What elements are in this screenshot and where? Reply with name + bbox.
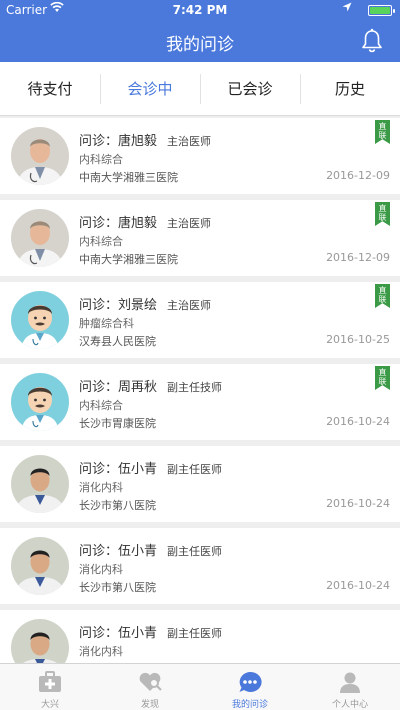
tabbar-item-discover[interactable]: 发现	[100, 664, 200, 710]
department: 肿瘤综合科	[79, 317, 134, 330]
consultation-list: 问诊：唐旭毅 主治医师 内科综合 中南大学湘雅三医院 2016-12-09 直联 问诊：唐旭…	[0, 118, 400, 663]
tabbar-label: 我的问诊	[231, 700, 268, 710]
consultation-card[interactable]: 问诊：刘景绘 主治医师肿瘤综合科汉寿县人民医院 2016-10-25 直联	[0, 282, 400, 358]
tabbar-label: 大兴	[40, 700, 59, 710]
doctor-name: 问诊：周再秋	[79, 380, 158, 395]
hospital: 中南大学湘雅三医院	[79, 253, 178, 266]
direct-link-badge: 直联	[375, 366, 390, 390]
direct-link-badge: 直联	[375, 202, 390, 226]
doctor-name: 问诊：伍小青	[79, 544, 158, 559]
hospital: 长沙市胃康医院	[79, 417, 156, 430]
doctor-name: 问诊：唐旭毅	[79, 134, 158, 149]
doctor-rank: 副主任技师	[167, 381, 223, 394]
doctor-avatar	[11, 209, 69, 267]
doctor-line: 问诊：唐旭毅 主治医师	[79, 130, 211, 149]
consult-date: 2016-10-25	[326, 333, 390, 346]
medkit-icon	[37, 670, 63, 694]
doctor-avatar	[11, 291, 69, 349]
doctor-line: 问诊：伍小青 副主任医师	[79, 622, 222, 641]
tabbar-label: 发现	[140, 700, 159, 710]
bottom-tab-bar: 大兴 发现 我的问诊 个人中心	[0, 663, 400, 710]
consult-date: 2016-12-09	[326, 169, 390, 182]
hospital: 汉寿县人民医院	[79, 335, 156, 348]
tab-pending-payment[interactable]: 待支付	[0, 62, 100, 115]
consult-date: 2016-12-09	[326, 251, 390, 264]
consultation-card[interactable]: 问诊：伍小青 副主任医师消化内科	[0, 610, 400, 663]
battery-icon	[368, 5, 395, 16]
doctor-name: 问诊：唐旭毅	[79, 216, 158, 231]
hospital: 长沙市第八医院	[79, 499, 156, 512]
consult-date: 2016-10-24	[326, 579, 390, 592]
doctor-avatar	[11, 127, 69, 185]
tab-in-consultation[interactable]: 会诊中	[100, 62, 200, 115]
doctor-rank: 主治医师	[167, 135, 212, 148]
doctor-line: 问诊：伍小青 副主任医师	[79, 540, 222, 559]
consultation-card[interactable]: 问诊：伍小青 副主任医师消化内科长沙市第八医院 2016-10-24	[0, 446, 400, 522]
department: 内科综合	[79, 153, 123, 166]
person-icon	[337, 670, 363, 694]
consultation-card[interactable]: 问诊：伍小青 副主任医师消化内科长沙市第八医院 2016-10-24	[0, 528, 400, 604]
doctor-avatar	[11, 619, 69, 663]
doctor-rank: 副主任医师	[167, 545, 223, 558]
doctor-line: 问诊：周再秋 副主任技师	[79, 376, 222, 395]
bell-icon[interactable]	[360, 28, 384, 54]
department: 消化内科	[79, 645, 123, 658]
hospital: 中南大学湘雅三医院	[79, 171, 178, 184]
doctor-rank: 副主任医师	[167, 463, 223, 476]
doctor-avatar	[11, 455, 69, 513]
tabbar-item-my-consultations[interactable]: 我的问诊	[200, 664, 300, 710]
tab-consulted[interactable]: 已会诊	[200, 62, 300, 115]
tabbar-item-profile[interactable]: 个人中心	[300, 664, 400, 710]
consult-date: 2016-10-24	[326, 415, 390, 428]
doctor-avatar	[11, 373, 69, 431]
doctor-rank: 主治医师	[167, 217, 212, 230]
nav-bar: 我的问诊	[0, 20, 400, 62]
status-time: 7:42 PM	[172, 3, 228, 17]
doctor-rank: 主治医师	[167, 299, 212, 312]
department: 消化内科	[79, 563, 123, 576]
department: 内科综合	[79, 399, 123, 412]
tabbar-item-daxing[interactable]: 大兴	[0, 664, 100, 710]
consult-date: 2016-10-24	[326, 497, 390, 510]
doctor-line: 问诊：刘景绘 主治医师	[79, 294, 211, 313]
consultation-card[interactable]: 问诊：唐旭毅 主治医师内科综合中南大学湘雅三医院 2016-12-09 直联	[0, 118, 400, 194]
doctor-line: 问诊：伍小青 副主任医师	[79, 458, 222, 477]
top-bar: Carrier 7:42 PM 我的问诊	[0, 0, 400, 62]
consultation-card[interactable]: 问诊：唐旭毅 主治医师内科综合中南大学湘雅三医院 2016-12-09 直联	[0, 200, 400, 276]
status-bar: Carrier 7:42 PM	[0, 0, 400, 20]
doctor-rank: 副主任医师	[167, 627, 223, 640]
doctor-line: 问诊：唐旭毅 主治医师	[79, 212, 211, 231]
doctor-name: 问诊：伍小青	[79, 626, 158, 641]
department: 内科综合	[79, 235, 123, 248]
doctor-name: 问诊：伍小青	[79, 462, 158, 477]
chat-icon	[237, 670, 263, 694]
doctor-name: 问诊：刘景绘	[79, 298, 158, 313]
tabbar-label: 个人中心	[331, 700, 368, 710]
direct-link-badge: 直联	[375, 284, 390, 308]
department: 消化内科	[79, 481, 123, 494]
tab-history[interactable]: 历史	[300, 62, 400, 115]
location-arrow-icon	[342, 2, 352, 15]
segment-tabs: 待支付 会诊中 已会诊 历史	[0, 62, 400, 116]
consultation-card[interactable]: 问诊：周再秋 副主任技师内科综合长沙市胃康医院 2016-10-24 直联	[0, 364, 400, 440]
heart-search-icon	[137, 670, 163, 694]
app-screen: Carrier 7:42 PM 我的问诊 待支付 会诊中 已会诊 历史 问诊：唐…	[0, 0, 400, 710]
page-title: 我的问诊	[166, 35, 234, 55]
hospital: 长沙市第八医院	[79, 581, 156, 594]
direct-link-badge: 直联	[375, 120, 390, 144]
doctor-avatar	[11, 537, 69, 595]
